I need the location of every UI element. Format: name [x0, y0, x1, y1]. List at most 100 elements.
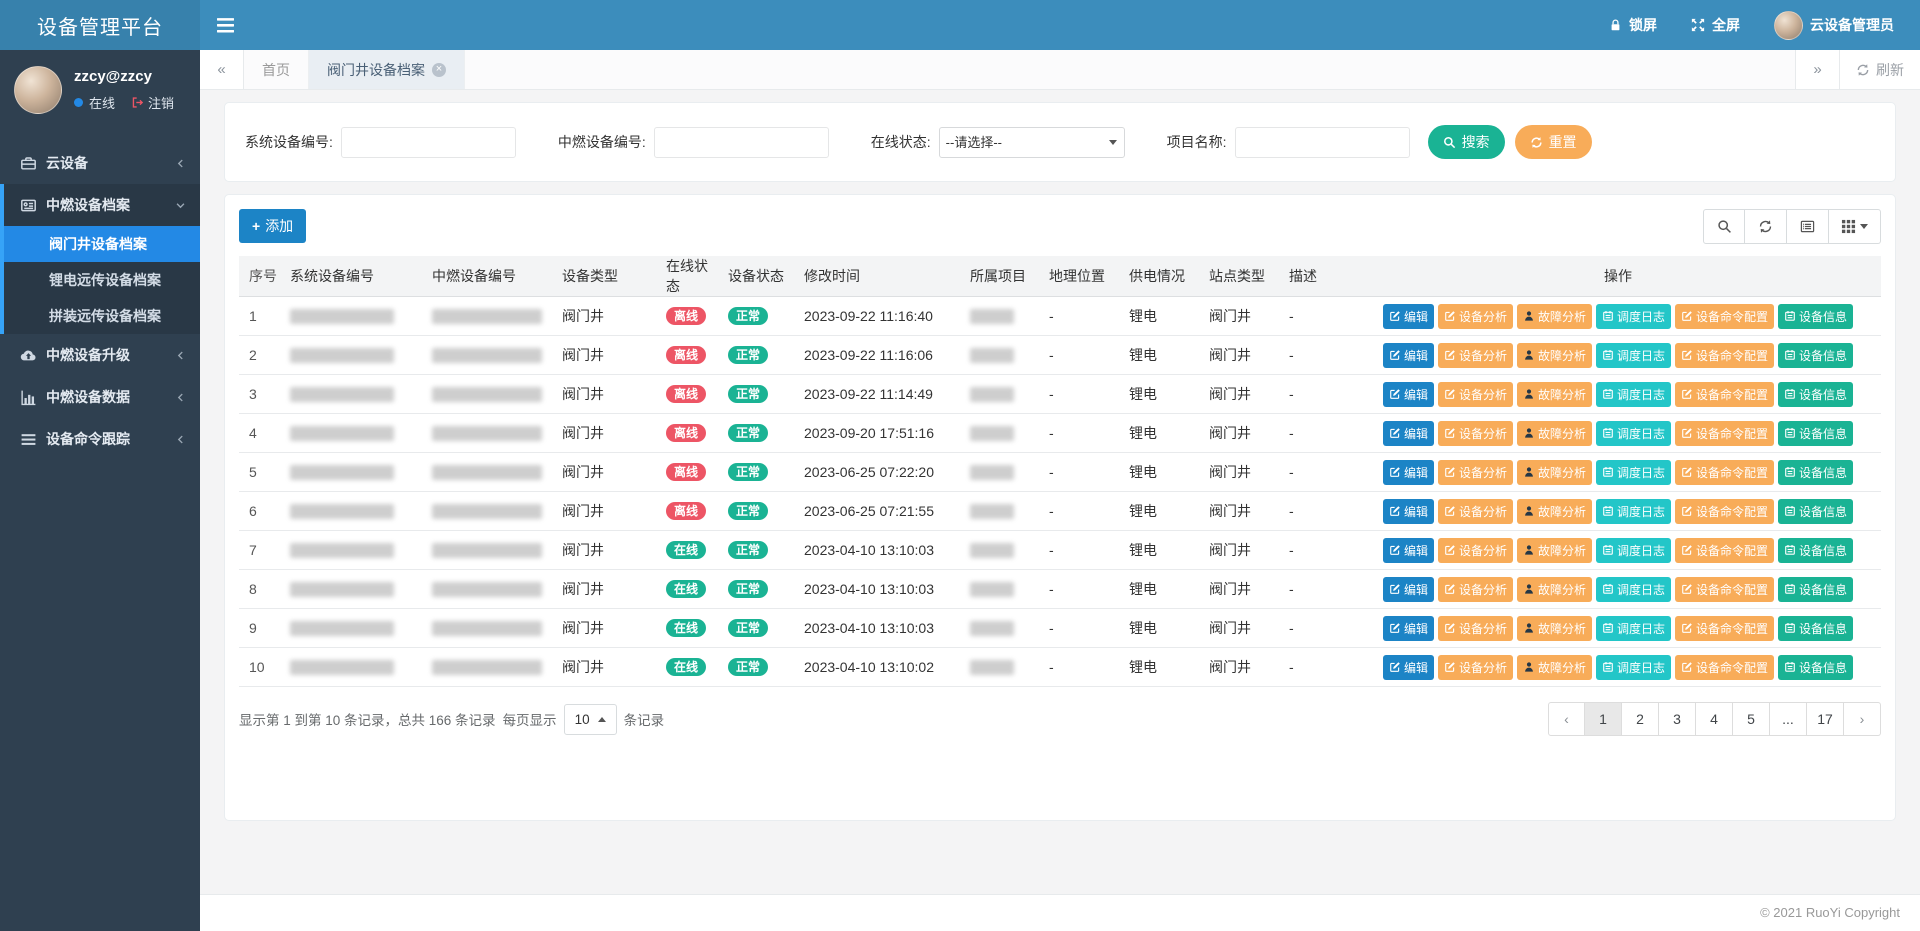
pagination-page-2[interactable]: 2	[1622, 702, 1659, 736]
fault-analysis-button[interactable]: 故障分析	[1517, 460, 1592, 485]
device-info-button[interactable]: 设备信息	[1778, 577, 1853, 602]
device-command-config-button[interactable]: 设备命令配置	[1675, 538, 1774, 563]
fault-analysis-button[interactable]: 故障分析	[1517, 382, 1592, 407]
fault-analysis-button[interactable]: 故障分析	[1517, 577, 1592, 602]
device-info-button[interactable]: 设备信息	[1778, 499, 1853, 524]
sidebar-item-2[interactable]: 中燃设备升级	[0, 334, 200, 376]
edit-button[interactable]: 编辑	[1383, 382, 1434, 407]
project-name-input[interactable]	[1235, 127, 1410, 158]
sidebar-subitem-1[interactable]: 锂电远传设备档案	[0, 262, 200, 298]
device-analysis-button[interactable]: 设备分析	[1438, 538, 1513, 563]
dispatch-log-button[interactable]: 调度日志	[1596, 304, 1671, 329]
edit-button[interactable]: 编辑	[1383, 421, 1434, 446]
dispatch-log-button[interactable]: 调度日志	[1596, 616, 1671, 641]
device-analysis-button[interactable]: 设备分析	[1438, 655, 1513, 680]
device-analysis-button[interactable]: 设备分析	[1438, 421, 1513, 446]
fault-analysis-button[interactable]: 故障分析	[1517, 616, 1592, 641]
device-command-config-button[interactable]: 设备命令配置	[1675, 616, 1774, 641]
tab-1[interactable]: 阀门井设备档案×	[309, 50, 465, 89]
pagination-page-3[interactable]: 3	[1659, 702, 1696, 736]
dispatch-log-button[interactable]: 调度日志	[1596, 460, 1671, 485]
lock-screen-button[interactable]: 锁屏	[1609, 15, 1657, 35]
sidebar-item-1[interactable]: 中燃设备档案	[0, 184, 200, 226]
sidebar-item-3[interactable]: 中燃设备数据	[0, 376, 200, 418]
edit-button[interactable]: 编辑	[1383, 616, 1434, 641]
device-command-config-button[interactable]: 设备命令配置	[1675, 382, 1774, 407]
sidebar-subitem-0[interactable]: 阀门井设备档案	[0, 226, 200, 262]
edit-button[interactable]: 编辑	[1383, 538, 1434, 563]
sidebar-subitem-2[interactable]: 拼装远传设备档案	[0, 298, 200, 334]
device-command-config-button[interactable]: 设备命令配置	[1675, 499, 1774, 524]
edit-button[interactable]: 编辑	[1383, 304, 1434, 329]
dispatch-log-button[interactable]: 调度日志	[1596, 655, 1671, 680]
pagination-page-4[interactable]: 4	[1696, 702, 1733, 736]
tabs-scroll-left-button[interactable]: «	[200, 50, 244, 89]
fullscreen-button[interactable]: 全屏	[1691, 15, 1740, 35]
fault-analysis-button[interactable]: 故障分析	[1517, 538, 1592, 563]
device-analysis-button[interactable]: 设备分析	[1438, 382, 1513, 407]
tabs-scroll-right-button[interactable]: »	[1795, 50, 1839, 89]
table-search-toggle-button[interactable]	[1703, 209, 1745, 244]
edit-button[interactable]: 编辑	[1383, 343, 1434, 368]
edit-button[interactable]: 编辑	[1383, 655, 1434, 680]
dispatch-log-button[interactable]: 调度日志	[1596, 538, 1671, 563]
device-command-config-button[interactable]: 设备命令配置	[1675, 577, 1774, 602]
sidebar-item-0[interactable]: 云设备	[0, 142, 200, 184]
device-analysis-button[interactable]: 设备分析	[1438, 577, 1513, 602]
system-device-input[interactable]	[341, 127, 516, 158]
device-info-button[interactable]: 设备信息	[1778, 460, 1853, 485]
online-status-select[interactable]: --请选择--	[939, 127, 1125, 158]
device-command-config-button[interactable]: 设备命令配置	[1675, 343, 1774, 368]
edit-button[interactable]: 编辑	[1383, 499, 1434, 524]
edit-button[interactable]: 编辑	[1383, 460, 1434, 485]
page-size-dropdown[interactable]: 10	[564, 704, 617, 735]
device-info-button[interactable]: 设备信息	[1778, 616, 1853, 641]
dispatch-log-button[interactable]: 调度日志	[1596, 577, 1671, 602]
pagination-prev[interactable]: ‹	[1548, 702, 1585, 736]
fault-analysis-button[interactable]: 故障分析	[1517, 343, 1592, 368]
device-analysis-button[interactable]: 设备分析	[1438, 343, 1513, 368]
dispatch-log-button[interactable]: 调度日志	[1596, 343, 1671, 368]
device-command-config-button[interactable]: 设备命令配置	[1675, 421, 1774, 446]
dispatch-log-button[interactable]: 调度日志	[1596, 382, 1671, 407]
edit-icon	[1681, 544, 1693, 556]
pagination-page-17[interactable]: 17	[1807, 702, 1844, 736]
sidebar-toggle-button[interactable]	[200, 0, 251, 50]
table-detail-view-button[interactable]	[1787, 209, 1829, 244]
sidebar-item-4[interactable]: 设备命令跟踪	[0, 418, 200, 460]
tab-0[interactable]: 首页	[244, 50, 309, 89]
device-command-config-button[interactable]: 设备命令配置	[1675, 460, 1774, 485]
device-analysis-button[interactable]: 设备分析	[1438, 499, 1513, 524]
device-command-config-button[interactable]: 设备命令配置	[1675, 304, 1774, 329]
fault-analysis-button[interactable]: 故障分析	[1517, 304, 1592, 329]
device-command-config-button[interactable]: 设备命令配置	[1675, 655, 1774, 680]
device-analysis-button[interactable]: 设备分析	[1438, 460, 1513, 485]
pagination-next[interactable]: ›	[1844, 702, 1881, 736]
device-analysis-button[interactable]: 设备分析	[1438, 304, 1513, 329]
reset-button[interactable]: 重置	[1515, 125, 1592, 159]
fault-analysis-button[interactable]: 故障分析	[1517, 499, 1592, 524]
search-button[interactable]: 搜索	[1428, 125, 1505, 159]
table-refresh-button[interactable]	[1745, 209, 1787, 244]
dispatch-log-button[interactable]: 调度日志	[1596, 499, 1671, 524]
fault-analysis-button[interactable]: 故障分析	[1517, 655, 1592, 680]
device-info-button[interactable]: 设备信息	[1778, 655, 1853, 680]
add-button[interactable]: + 添加	[239, 209, 306, 243]
tab-refresh-button[interactable]: 刷新	[1839, 50, 1920, 89]
device-info-button[interactable]: 设备信息	[1778, 304, 1853, 329]
dispatch-log-button[interactable]: 调度日志	[1596, 421, 1671, 446]
device-analysis-button[interactable]: 设备分析	[1438, 616, 1513, 641]
fault-analysis-button[interactable]: 故障分析	[1517, 421, 1592, 446]
pagination-page-5[interactable]: 5	[1733, 702, 1770, 736]
user-menu[interactable]: 云设备管理员	[1774, 11, 1894, 40]
table-columns-button[interactable]	[1829, 209, 1881, 244]
device-info-button[interactable]: 设备信息	[1778, 538, 1853, 563]
edit-button[interactable]: 编辑	[1383, 577, 1434, 602]
device-info-button[interactable]: 设备信息	[1778, 421, 1853, 446]
gas-device-input[interactable]	[654, 127, 829, 158]
tab-close-icon[interactable]: ×	[432, 63, 446, 77]
device-info-button[interactable]: 设备信息	[1778, 343, 1853, 368]
device-info-button[interactable]: 设备信息	[1778, 382, 1853, 407]
logout-button[interactable]: 注销	[131, 93, 174, 112]
pagination-page-1[interactable]: 1	[1585, 702, 1622, 736]
